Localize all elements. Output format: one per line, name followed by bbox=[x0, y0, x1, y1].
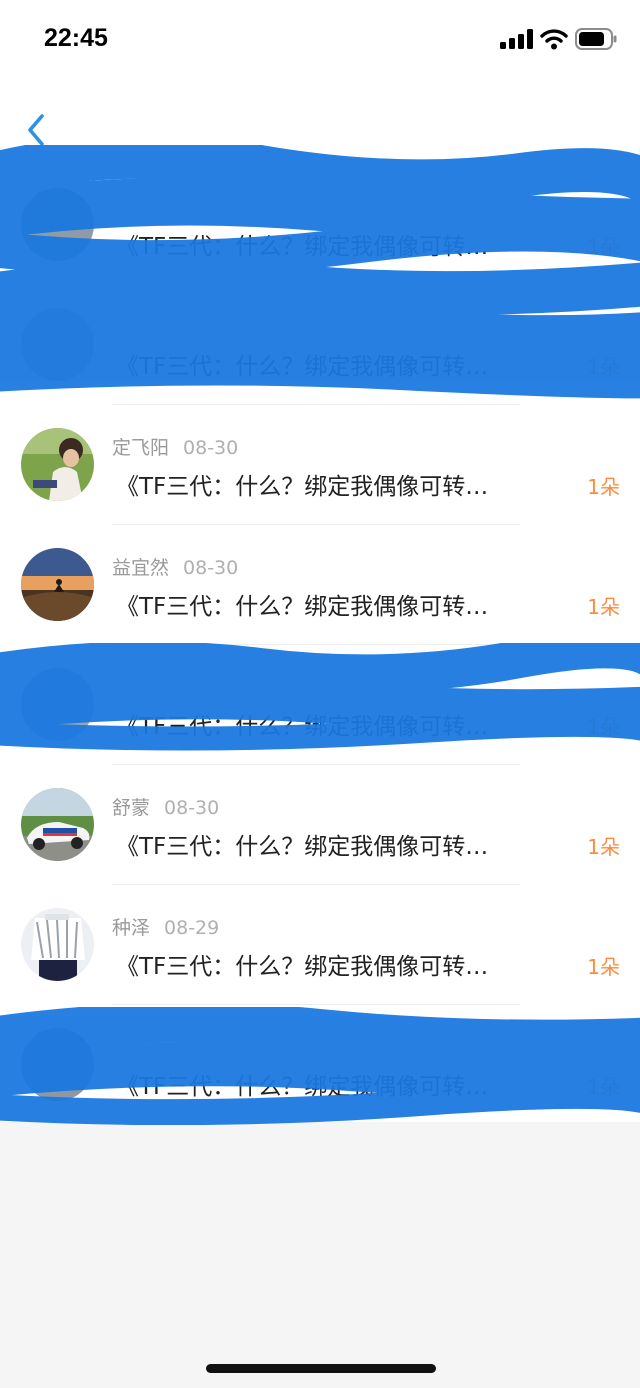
message-date: 08-30 bbox=[183, 557, 239, 579]
status-time: 22:45 bbox=[44, 24, 108, 52]
avatar bbox=[21, 308, 94, 381]
home-indicator[interactable] bbox=[206, 1364, 436, 1373]
message-text: 《TF三代：什么？绑定我偶像可转… bbox=[116, 1074, 489, 1100]
flower-count: 1朵 bbox=[587, 835, 620, 859]
sender-name bbox=[112, 313, 126, 335]
status-bar: 22:45 bbox=[0, 0, 640, 80]
sender-name: 益宜然 08-30 bbox=[112, 557, 239, 579]
sender-name: 定飞阳 08-30 bbox=[112, 437, 239, 459]
avatar bbox=[21, 1028, 94, 1101]
list-item[interactable]: 益宜然 08-30 《TF三代：什么？绑定我偶像可转… 1朵 bbox=[0, 525, 640, 645]
avatar bbox=[21, 548, 94, 621]
message-text: 《TF三代：什么？绑定我偶像可转… bbox=[116, 594, 489, 620]
message-list: 《TF三代：什么？绑定我偶像可转… 1朵 《TF三代：什么？绑定我偶像可转… 1… bbox=[0, 145, 640, 1125]
top-bar: 22:45 bbox=[0, 0, 640, 165]
list-item[interactable]: 舒蒙 08-30 《TF三代：什么？绑定我偶像可转… 1朵 bbox=[0, 765, 640, 885]
list-item[interactable]: 《TF三代：什么？绑定我偶像可转… 1朵 bbox=[0, 1005, 640, 1125]
chevron-left-icon bbox=[28, 114, 44, 146]
sender-name: 舒蒙 08-30 bbox=[112, 797, 220, 819]
signal-icon bbox=[500, 29, 533, 49]
flower-count: 1朵 bbox=[587, 715, 620, 739]
sender-name: 种泽 08-29 bbox=[112, 917, 220, 939]
flower-count: 1朵 bbox=[587, 355, 620, 379]
message-text: 《TF三代：什么？绑定我偶像可转… bbox=[116, 954, 489, 980]
wifi-icon bbox=[540, 29, 568, 50]
sender-name bbox=[112, 673, 126, 695]
sender-name bbox=[112, 193, 126, 215]
flower-count: 1朵 bbox=[587, 235, 620, 259]
flower-count: 1朵 bbox=[587, 1075, 620, 1099]
avatar bbox=[21, 908, 94, 981]
back-button[interactable] bbox=[18, 108, 54, 152]
message-text: 《TF三代：什么？绑定我偶像可转… bbox=[116, 234, 489, 260]
message-date: 08-29 bbox=[164, 917, 220, 939]
avatar bbox=[21, 188, 94, 261]
message-date: 08-30 bbox=[183, 437, 239, 459]
battery-icon bbox=[575, 28, 617, 50]
list-item[interactable]: 定飞阳 08-30 《TF三代：什么？绑定我偶像可转… 1朵 bbox=[0, 405, 640, 525]
message-text: 《TF三代：什么？绑定我偶像可转… bbox=[116, 714, 489, 740]
avatar bbox=[21, 668, 94, 741]
list-item[interactable]: 《TF三代：什么？绑定我偶像可转… 1朵 bbox=[0, 165, 640, 285]
list-item[interactable]: 种泽 08-29 《TF三代：什么？绑定我偶像可转… 1朵 bbox=[0, 885, 640, 1005]
message-text: 《TF三代：什么？绑定我偶像可转… bbox=[116, 834, 489, 860]
sender-name bbox=[112, 1033, 126, 1055]
message-date: 08-30 bbox=[164, 797, 220, 819]
message-text: 《TF三代：什么？绑定我偶像可转… bbox=[116, 354, 489, 380]
flower-count: 1朵 bbox=[587, 595, 620, 619]
avatar bbox=[21, 788, 94, 861]
flower-count: 1朵 bbox=[587, 475, 620, 499]
flower-count: 1朵 bbox=[587, 955, 620, 979]
list-item[interactable]: 《TF三代：什么？绑定我偶像可转… 1朵 bbox=[0, 285, 640, 405]
list-item[interactable]: 《TF三代：什么？绑定我偶像可转… 1朵 bbox=[0, 645, 640, 765]
message-text: 《TF三代：什么？绑定我偶像可转… bbox=[116, 474, 489, 500]
avatar bbox=[21, 428, 94, 501]
